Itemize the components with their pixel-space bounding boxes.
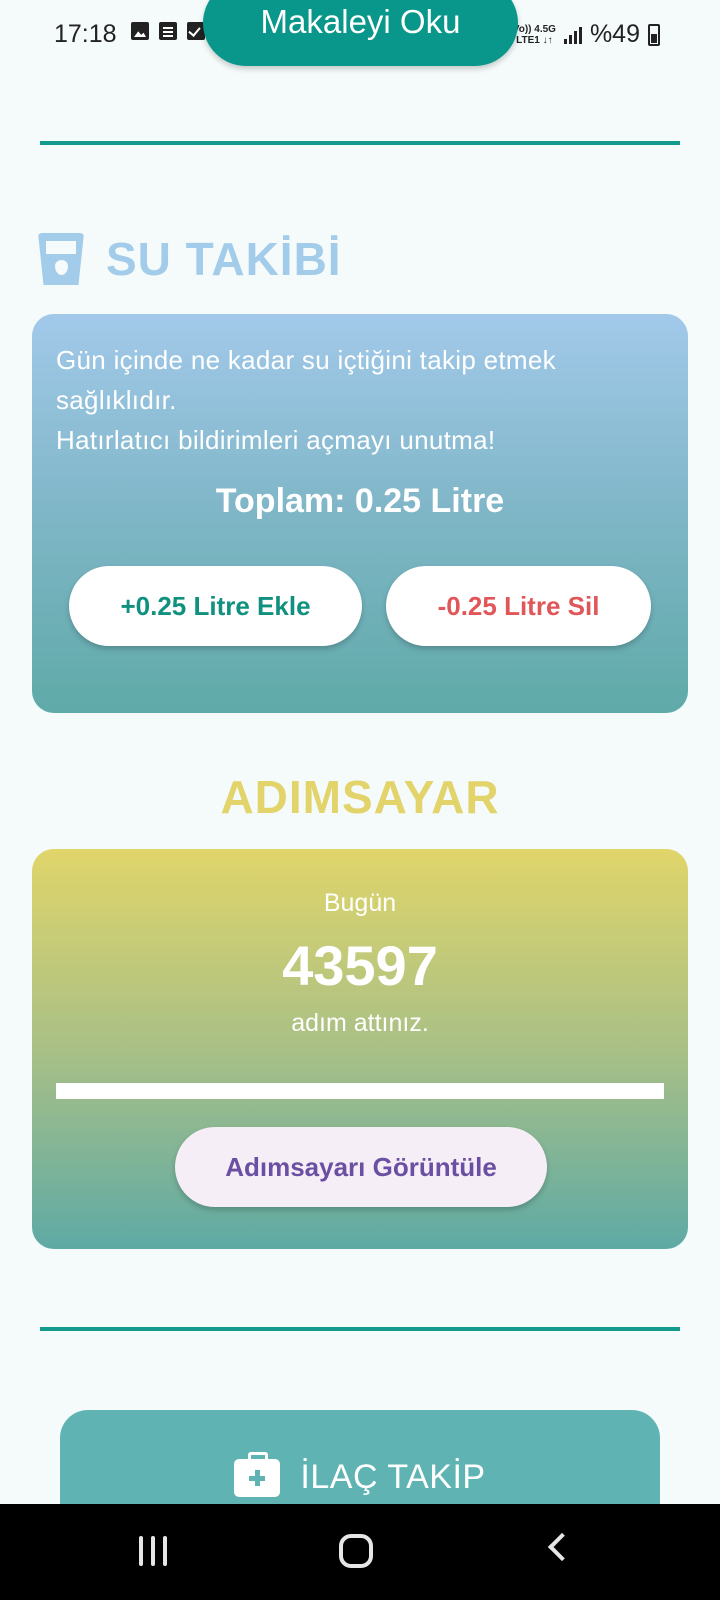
water-section-heading: SU TAKİBİ: [38, 232, 342, 286]
steps-count: 43597: [282, 934, 438, 997]
battery-percent: %49: [589, 20, 640, 48]
medical-kit-icon: [234, 1451, 281, 1497]
battery-icon: [648, 23, 660, 46]
signal-icon: [563, 26, 582, 44]
status-time: 17:18: [54, 20, 117, 48]
medication-label: İLAÇ TAKİP: [300, 1458, 486, 1496]
water-tracking-card: Gün içinde ne kadar su içtiğini takip et…: [32, 314, 688, 713]
network-top-text: Vo)) 4.5G: [512, 23, 556, 35]
message-notification-icon: [159, 22, 177, 40]
section-divider-bottom: [40, 1327, 680, 1331]
view-step-counter-button[interactable]: Adımsayarı Görüntüle: [175, 1127, 547, 1207]
steps-today-label: Bugün: [323, 889, 397, 917]
home-button[interactable]: [339, 1534, 373, 1568]
step-counter-card: Bugün 43597 adım attınız. Adımsayarı Gör…: [32, 849, 688, 1249]
navigation-bar: [0, 1504, 720, 1600]
steps-progress-fill: [56, 1083, 664, 1099]
water-total: Toplam: 0.25 Litre: [215, 482, 505, 520]
gallery-notification-icon: [131, 22, 149, 40]
steps-progress-bar: [56, 1083, 664, 1099]
read-article-button[interactable]: Makaleyi Oku: [203, 0, 518, 66]
water-description: Gün içinde ne kadar su içtiğini takip et…: [56, 345, 556, 455]
water-glass-icon: [38, 233, 84, 285]
back-button[interactable]: [547, 1532, 577, 1562]
notification-icons: [131, 22, 205, 40]
steps-suffix: adım attınız.: [291, 1009, 429, 1037]
water-title: SU TAKİBİ: [106, 233, 342, 285]
network-indicator: Vo)) 4.5G LTE1 ↓↑: [513, 24, 556, 46]
section-divider-top: [40, 141, 680, 145]
add-water-button[interactable]: +0.25 Litre Ekle: [69, 566, 362, 646]
network-bottom-text: LTE1 ↓↑: [516, 34, 553, 46]
remove-water-button[interactable]: -0.25 Litre Sil: [386, 566, 651, 646]
app-screen: 17:18 Vo)) 4.5G LTE1 ↓↑ %49 Makaleyi Oku…: [0, 0, 720, 1600]
recent-apps-button[interactable]: [139, 1536, 167, 1566]
steps-title: ADIMSAYAR: [220, 771, 500, 823]
